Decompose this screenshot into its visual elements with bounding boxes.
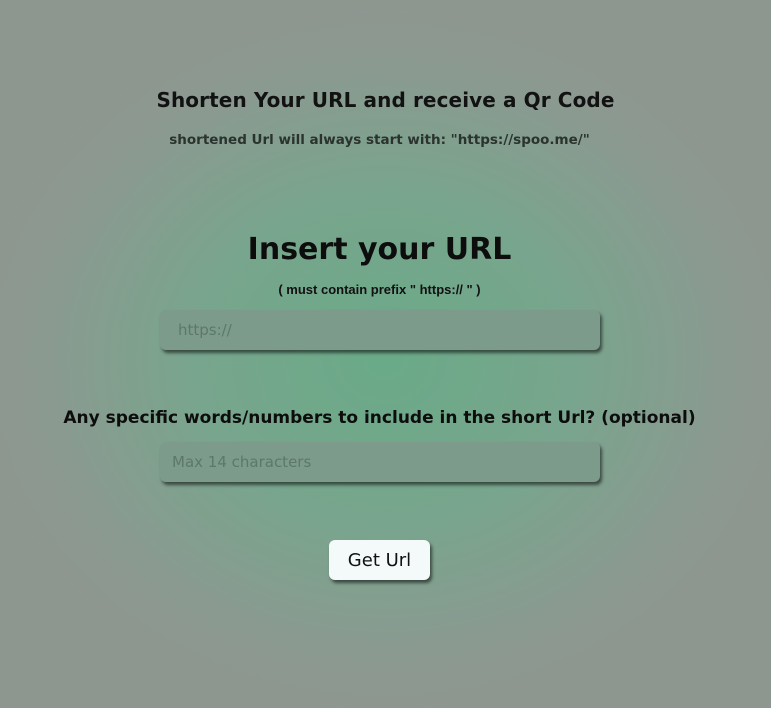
url-prefix-hint: ( must contain prefix " https:// " )	[278, 282, 481, 297]
custom-alias-input[interactable]	[160, 442, 600, 482]
get-url-button[interactable]: Get Url	[329, 540, 430, 580]
custom-alias-label: Any specific words/numbers to include in…	[63, 408, 696, 428]
page-title: Shorten Your URL and receive a Qr Code	[156, 88, 615, 112]
page-subtitle: shortened Url will always start with: "h…	[169, 132, 590, 148]
url-section-title: Insert your URL	[247, 232, 512, 267]
url-input[interactable]	[160, 310, 600, 350]
